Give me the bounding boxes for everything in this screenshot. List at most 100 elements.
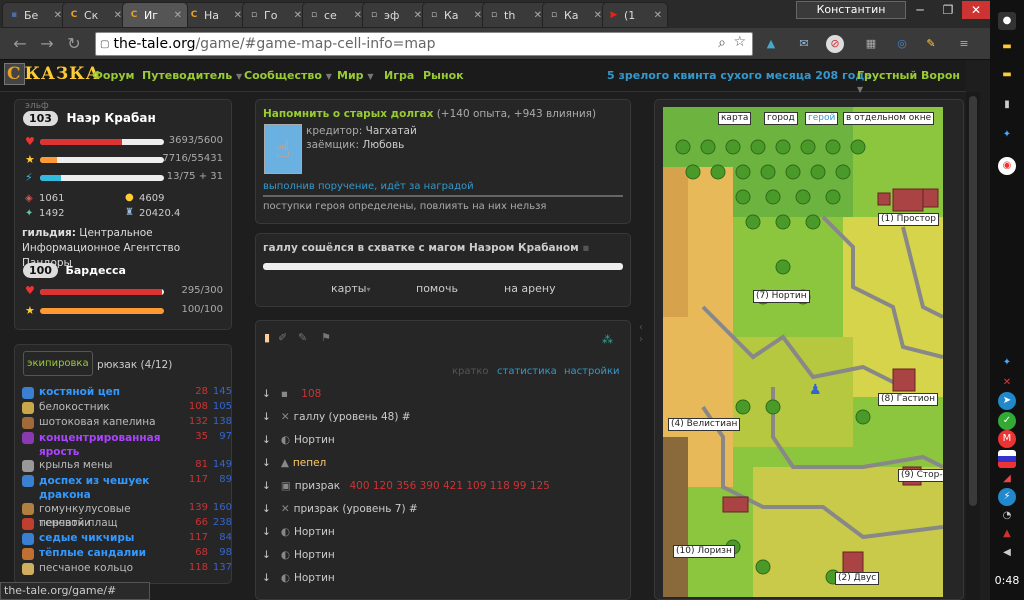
nav-game[interactable]: Игра (384, 69, 414, 82)
broom-icon[interactable]: ✎ (922, 35, 940, 53)
reload-icon[interactable]: ↻ (64, 34, 84, 54)
browser-tab[interactable]: ▫ Ка ✕ (542, 2, 608, 28)
tab-equipment[interactable]: экипировка (23, 351, 93, 376)
town-label[interactable]: (10) Лоризн (673, 545, 735, 558)
town-label[interactable]: (2) Двус (835, 572, 880, 585)
tray-icon[interactable]: ✕ (998, 374, 1016, 392)
town-label[interactable]: (1) Простор (878, 213, 940, 226)
town-label[interactable]: (7) Нортин (753, 290, 810, 303)
tab-close-icon[interactable]: ✕ (54, 10, 62, 21)
collapse-arrows-icon[interactable]: ‹ › (639, 322, 643, 346)
sync-icon[interactable]: ◎ (893, 35, 911, 53)
town-label[interactable]: (4) Велистиан (668, 418, 741, 431)
share-icon[interactable]: ⁂ (602, 333, 613, 346)
equipment-item[interactable]: костяной цеп 28 145 (22, 386, 232, 401)
pen-icon[interactable]: ✎ (298, 331, 307, 344)
map-control-map[interactable]: карта (718, 112, 752, 125)
tray-icon[interactable]: ◢ (998, 470, 1016, 488)
tools-icon[interactable]: ▮ (998, 96, 1016, 114)
map-control-popout[interactable]: в отдельном окне (843, 112, 935, 125)
browser-tab[interactable]: С Иг ✕ (122, 2, 188, 28)
app-icon[interactable]: ✦ (998, 126, 1016, 144)
tab-close-icon[interactable]: ✕ (474, 10, 482, 21)
bookmark-star-icon[interactable]: ☆ (733, 34, 746, 50)
browser-tab[interactable]: ▫ се ✕ (302, 2, 368, 28)
scrollbar-thumb[interactable] (969, 96, 977, 506)
browser-tab[interactable]: С На ✕ (182, 2, 248, 28)
tray-icon[interactable]: ✓ (998, 412, 1016, 430)
town-label[interactable]: (8) Гастион (878, 393, 939, 406)
quest-creditor[interactable]: Чагхатай (366, 125, 417, 137)
tab-backpack[interactable]: рюкзак (4/12) (97, 359, 172, 371)
world-map[interactable]: карта город герой в отдельном окне (1) П… (663, 107, 943, 597)
browser-tab[interactable]: ▫ Ка ✕ (422, 2, 488, 28)
equipment-item[interactable]: теневой плащ 66 238 (22, 517, 232, 532)
journal-tab-stats[interactable]: статистика (497, 366, 557, 377)
map-control-town[interactable]: город (764, 112, 798, 125)
telegram-icon[interactable]: ➤ (998, 392, 1016, 410)
nav-community[interactable]: Сообщество ▼ (244, 69, 332, 82)
tray-icon[interactable]: ▲ (998, 525, 1016, 543)
tab-close-icon[interactable]: ✕ (354, 10, 362, 21)
arena-button[interactable]: на арену (504, 282, 556, 295)
tray-icon[interactable]: ✦ (998, 354, 1016, 372)
nav-world[interactable]: Мир ▼ (337, 69, 374, 82)
browser-tab[interactable]: С Ск ✕ (62, 2, 128, 28)
network-icon[interactable]: ◔ (998, 507, 1016, 525)
cards-button[interactable]: карты▾ (331, 282, 370, 295)
back-icon[interactable]: ← (10, 34, 30, 54)
equipment-item[interactable]: седые чикчиры 117 84 (22, 532, 232, 547)
account-menu[interactable]: Грустный Ворон ▼ (857, 69, 966, 95)
browser-tab[interactable]: ▫ th ✕ (482, 2, 548, 28)
folder-icon[interactable]: ▬ (998, 66, 1016, 84)
browser-tab[interactable]: ▪ Бе ✕ (2, 2, 68, 28)
mail-tray-icon[interactable]: M (998, 430, 1016, 448)
tab-close-icon[interactable]: ✕ (414, 10, 422, 21)
close-window-icon[interactable]: ✕ (962, 1, 990, 19)
browser-tab[interactable]: ▫ эф ✕ (362, 2, 428, 28)
quest-debtor[interactable]: Любовь (362, 139, 404, 151)
mail-icon[interactable]: ✉ (795, 35, 813, 53)
app-icon[interactable]: ● (998, 12, 1016, 30)
page-scrollbar[interactable] (966, 92, 980, 600)
browser-tab[interactable]: ▶ (1 ✕ (602, 2, 668, 28)
town-label[interactable]: (9) Стор-... (898, 469, 943, 482)
tab-close-icon[interactable]: ✕ (234, 10, 242, 21)
equipment-item[interactable]: концентрированная ярость 35 97 (22, 431, 232, 459)
profile-button[interactable]: Константин (796, 1, 906, 19)
extension-badge-icon[interactable]: ▦ (862, 35, 880, 53)
folder-icon[interactable]: ▬ (998, 38, 1016, 56)
browser-tab[interactable]: ▫ Го ✕ (242, 2, 308, 28)
equipment-item[interactable]: доспех из чешуек дракона 117 89 (22, 474, 232, 502)
menu-icon[interactable]: ≡ (955, 35, 973, 53)
tab-close-icon[interactable]: ✕ (594, 10, 602, 21)
equipment-item[interactable]: песчаное кольцо 118 137 (22, 562, 232, 577)
help-button[interactable]: помочь (416, 282, 458, 295)
tab-close-icon[interactable]: ✕ (534, 10, 542, 21)
adblock-icon[interactable]: ⊘ (826, 35, 844, 53)
equipment-item[interactable]: белокостник 108 105 (22, 401, 232, 416)
language-icon[interactable] (998, 450, 1016, 468)
forward-icon[interactable]: → (37, 34, 57, 54)
chrome-icon[interactable]: ◉ (998, 157, 1016, 175)
journal-icon[interactable]: ▮ (264, 331, 270, 344)
equipment-item[interactable]: крылья мены 81 149 (22, 459, 232, 474)
diary-icon[interactable]: ✐ (278, 331, 287, 344)
quest-title[interactable]: Напомнить о старых долгах (263, 108, 433, 120)
tab-close-icon[interactable]: ✕ (114, 10, 122, 21)
nav-forum[interactable]: Форум (92, 69, 135, 82)
nav-guide[interactable]: Путеводитель ▼ (142, 69, 242, 82)
tab-close-icon[interactable]: ✕ (294, 10, 302, 21)
volume-icon[interactable]: ◀ (998, 544, 1016, 562)
restore-icon[interactable]: ❐ (934, 1, 962, 19)
address-bar[interactable]: ▢ the-tale.org/game/#game-map-cell-info=… (95, 32, 753, 56)
equipment-item[interactable]: тёплые сандалии 68 98 (22, 547, 232, 562)
journal-tab-brief[interactable]: кратко (452, 366, 489, 377)
nav-market[interactable]: Рынок (423, 69, 464, 82)
journal-tab-settings[interactable]: настройки (564, 366, 620, 377)
equipment-item[interactable]: шотоковая капелина 132 138 (22, 416, 232, 431)
extension-icon[interactable]: ▲ (762, 35, 780, 53)
zoom-icon[interactable]: ⌕ (718, 35, 726, 51)
tab-close-icon[interactable]: ✕ (654, 10, 662, 21)
map-control-hero[interactable]: герой (805, 112, 839, 125)
